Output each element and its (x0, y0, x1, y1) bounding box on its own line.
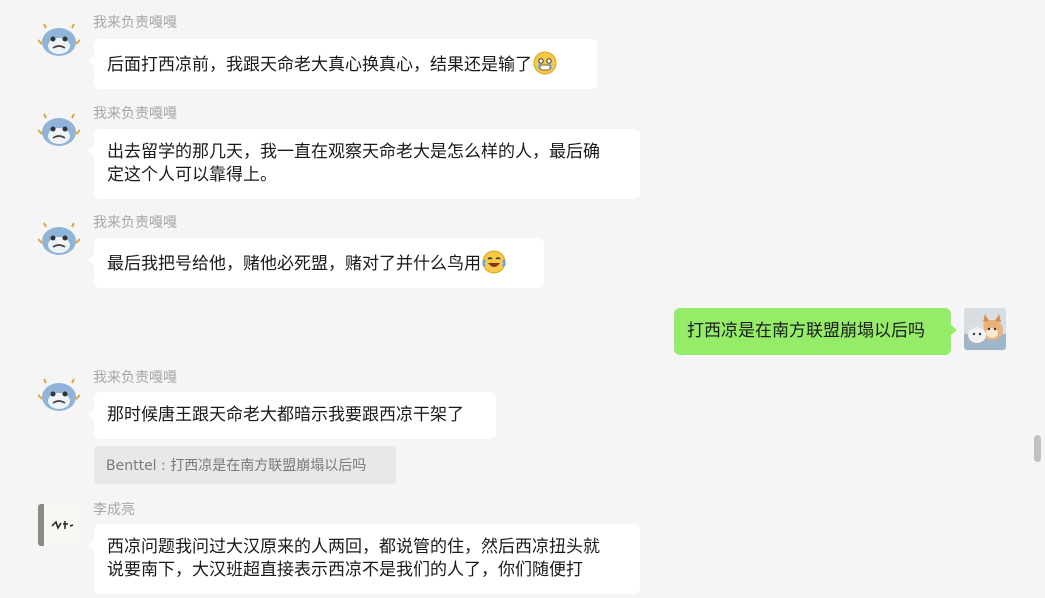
sender-name: 我来负责嘎嘎 (93, 106, 177, 122)
contact-avatar[interactable] (38, 375, 80, 417)
tears-of-joy-emoji-icon (482, 250, 506, 274)
message-text: 后面打西凉前，我跟天命老大真心换真心，结果还是输了 (107, 55, 532, 75)
contact-avatar[interactable] (38, 219, 80, 261)
scrollbar-thumb[interactable] (1034, 435, 1041, 462)
message-bubble[interactable]: 出去留学的那几天，我一直在观察天命老大是怎么样的人，最后确 定这个人可以靠得上。 (88, 129, 640, 199)
cat-and-dog-photo-icon (964, 308, 1006, 350)
contact-avatar[interactable] (38, 110, 80, 152)
message-text: 最后我把号给他，赌他必死盟，赌对了并什么鸟用 (107, 254, 481, 274)
crying-face-emoji-icon (533, 51, 557, 75)
message-bubble[interactable]: 那时候唐王跟天命老大都暗示我要跟西凉干架了 (88, 392, 496, 439)
contact-avatar[interactable] (38, 504, 80, 546)
cartoon-whale-icon (38, 110, 80, 152)
sender-name: 我来负责嘎嘎 (93, 370, 177, 386)
chat-message-area: 我来负责嘎嘎 后面打西凉前，我跟天命老大真心换真心，结果还是输了 我来负责嘎嘎 … (0, 0, 1045, 598)
cartoon-whale-icon (38, 219, 80, 261)
self-avatar[interactable] (964, 308, 1006, 350)
message-bubble[interactable]: 后面打西凉前，我跟天命老大真心换真心，结果还是输了 (88, 39, 597, 89)
quoted-message[interactable]: Benttel : 打西凉是在南方联盟崩塌以后吗 (94, 446, 396, 484)
handwriting-photo-icon (38, 504, 80, 546)
message-bubble[interactable]: 最后我把号给他，赌他必死盟，赌对了并什么鸟用 (88, 238, 544, 288)
message-bubble[interactable]: 西凉问题我问过大汉原来的人两回，都说管的住，然后西凉扭头就 说要南下，大汉班超直… (88, 524, 640, 594)
sender-name: 李成亮 (93, 502, 135, 518)
sender-name: 我来负责嘎嘎 (93, 215, 177, 231)
message-text: 打西凉是在南方联盟崩塌以后吗 (687, 321, 925, 341)
message-bubble-outgoing[interactable]: 打西凉是在南方联盟崩塌以后吗 (674, 308, 957, 355)
contact-avatar[interactable] (38, 20, 80, 62)
cartoon-whale-icon (38, 20, 80, 62)
message-text: 出去留学的那几天，我一直在观察天命老大是怎么样的人，最后确 定这个人可以靠得上。 (107, 142, 600, 185)
message-text: 西凉问题我问过大汉原来的人两回，都说管的住，然后西凉扭头就 说要南下，大汉班超直… (107, 537, 600, 580)
sender-name: 我来负责嘎嘎 (93, 15, 177, 31)
cartoon-whale-icon (38, 375, 80, 417)
message-text: 那时候唐王跟天命老大都暗示我要跟西凉干架了 (107, 405, 464, 425)
